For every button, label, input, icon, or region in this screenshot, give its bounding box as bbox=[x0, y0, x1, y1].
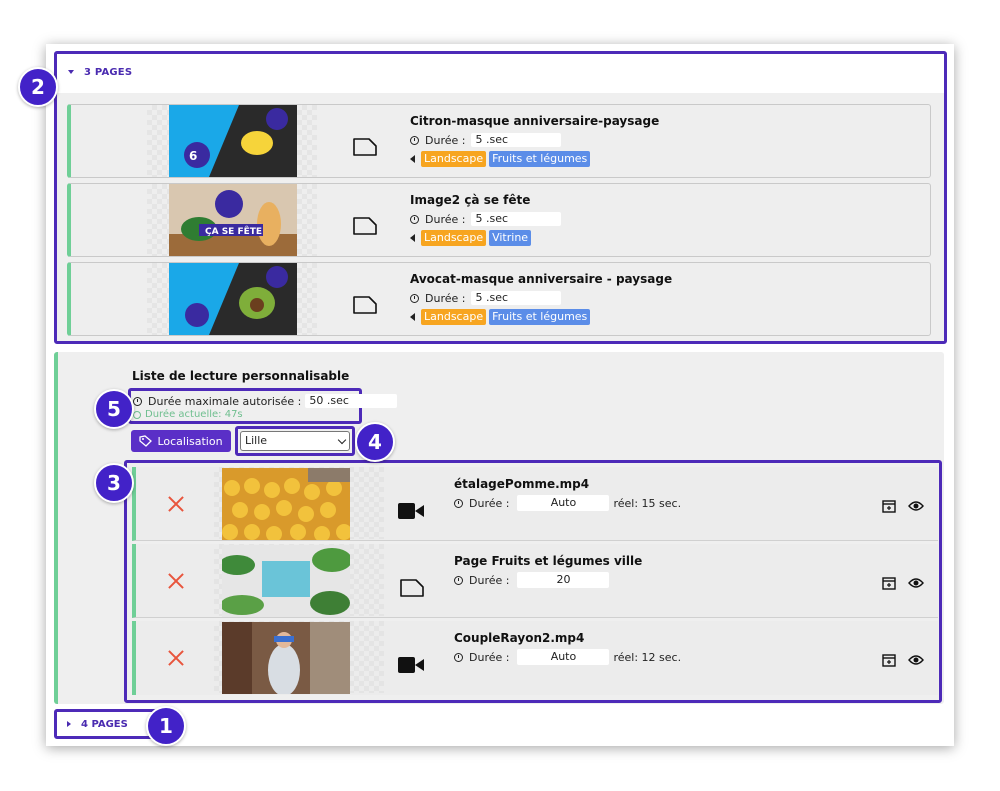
duration-field[interactable]: 5 .sec bbox=[471, 212, 562, 226]
thumbnail-avocat bbox=[169, 263, 297, 335]
caret-down-icon bbox=[68, 70, 74, 74]
tag-category: Fruits et légumes bbox=[489, 151, 591, 167]
step-badge-4: 4 bbox=[355, 422, 395, 462]
calendar-add-icon[interactable] bbox=[882, 576, 896, 590]
location-button[interactable]: Localisation bbox=[131, 430, 231, 452]
playlist-item-duration: Durée : Auto réel: 12 sec. bbox=[454, 649, 681, 665]
location-select[interactable]: Lille bbox=[240, 431, 350, 451]
playlist-item-duration: Durée : Auto réel: 15 sec. bbox=[454, 495, 681, 511]
step-badge-3: 3 bbox=[94, 463, 134, 503]
tag-landscape: Landscape bbox=[421, 309, 487, 325]
page-title: Image2 çà se fête bbox=[410, 193, 531, 207]
thumbnail-couple-rayon bbox=[222, 622, 350, 694]
delete-icon[interactable] bbox=[168, 573, 184, 589]
page-row[interactable]: Avocat-masque anniversaire - paysage Dur… bbox=[67, 262, 931, 336]
thumbnail-ca-se-fete: ÇA SE FÊTE bbox=[169, 184, 297, 256]
duration-field[interactable]: Auto bbox=[517, 649, 610, 665]
page-duration: Durée : 5 .sec bbox=[410, 291, 562, 305]
page-icon bbox=[353, 217, 377, 235]
max-duration-label: Durée maximale autorisée : bbox=[148, 394, 302, 408]
chevron-down-icon bbox=[337, 435, 347, 445]
video-camera-icon bbox=[398, 657, 424, 673]
thumbnail-fruits-legumes bbox=[222, 545, 350, 617]
svg-text:ÇA SE FÊTE: ÇA SE FÊTE bbox=[205, 225, 262, 237]
thumbnail-etalage-pomme bbox=[222, 468, 350, 540]
real-duration: réel: 12 sec. bbox=[613, 650, 682, 664]
calendar-add-icon[interactable] bbox=[882, 499, 896, 513]
step-badge-1: 1 bbox=[146, 706, 186, 746]
playlist-item-duration: Durée : 20 bbox=[454, 572, 610, 588]
playlist-item-title: CoupleRayon2.mp4 bbox=[454, 631, 585, 645]
pages-section-toggle[interactable]: 3 PAGES bbox=[60, 62, 132, 82]
clock-icon bbox=[410, 214, 419, 224]
current-duration-text: Durée actuelle: 47s bbox=[145, 409, 243, 420]
tag-category: Vitrine bbox=[489, 230, 532, 246]
delete-icon[interactable] bbox=[168, 650, 184, 666]
pages-section-toggle-collapsed[interactable]: 4 PAGES bbox=[54, 709, 160, 739]
thumbnail-citron: 6 bbox=[169, 105, 297, 177]
duration-field[interactable]: 5 .sec bbox=[471, 133, 562, 147]
step-badge-5: 5 bbox=[94, 389, 134, 429]
location-select-value: Lille bbox=[245, 434, 268, 447]
tag-icon bbox=[410, 234, 415, 242]
clock-icon bbox=[133, 396, 142, 406]
clock-icon bbox=[410, 293, 419, 303]
step-badge-2: 2 bbox=[18, 67, 58, 107]
page-icon bbox=[400, 579, 424, 597]
real-duration: réel: 15 sec. bbox=[613, 496, 682, 510]
duration-field[interactable]: 20 bbox=[517, 572, 610, 588]
playlist-row[interactable]: CoupleRayon2.mp4 Durée : Auto réel: 12 s… bbox=[132, 621, 938, 695]
video-camera-icon bbox=[398, 503, 424, 519]
tag-icon bbox=[410, 313, 415, 321]
delete-icon[interactable] bbox=[168, 496, 184, 512]
page-tags: Landscape Vitrine bbox=[410, 230, 534, 246]
pages-section-label: 3 PAGES bbox=[84, 66, 133, 78]
tag-icon bbox=[410, 155, 415, 163]
tag-icon bbox=[139, 435, 153, 447]
tag-landscape: Landscape bbox=[421, 230, 487, 246]
playlist-item-title: étalagePomme.mp4 bbox=[454, 477, 590, 491]
clock-icon bbox=[454, 652, 463, 662]
eye-icon[interactable] bbox=[908, 500, 924, 512]
page-title: Citron-masque anniversaire-paysage bbox=[410, 114, 660, 128]
max-duration-field[interactable]: 50 .sec bbox=[305, 394, 398, 408]
page-duration: Durée : 5 .sec bbox=[410, 133, 562, 147]
page-icon bbox=[353, 138, 377, 156]
clock-icon bbox=[454, 575, 463, 585]
current-duration: Durée actuelle: 47s bbox=[133, 409, 243, 420]
location-button-label: Localisation bbox=[157, 434, 223, 448]
calendar-add-icon[interactable] bbox=[882, 653, 896, 667]
eye-icon[interactable] bbox=[908, 577, 924, 589]
duration-field[interactable]: 5 .sec bbox=[471, 291, 562, 305]
clock-icon bbox=[133, 410, 141, 419]
playlist-title: Liste de lecture personnalisable bbox=[132, 369, 350, 383]
page-row[interactable]: ÇA SE FÊTE Image2 çà se fête Durée : 5 .… bbox=[67, 183, 931, 257]
eye-icon[interactable] bbox=[908, 654, 924, 666]
svg-text:6: 6 bbox=[189, 149, 197, 163]
page-tags: Landscape Fruits et légumes bbox=[410, 309, 593, 325]
duration-field[interactable]: Auto bbox=[517, 495, 610, 511]
tag-category: Fruits et légumes bbox=[489, 309, 591, 325]
max-duration: Durée maximale autorisée : 50 .sec bbox=[133, 394, 398, 408]
page-tags: Landscape Fruits et légumes bbox=[410, 151, 593, 167]
page-row[interactable]: 6 Citron-masque anniversaire-paysage Dur… bbox=[67, 104, 931, 178]
playlist-row[interactable]: Page Fruits et légumes ville Durée : 20 bbox=[132, 544, 938, 618]
page-duration: Durée : 5 .sec bbox=[410, 212, 562, 226]
caret-right-icon bbox=[67, 721, 71, 727]
collapsed-section-label: 4 PAGES bbox=[81, 718, 128, 730]
playlist-row[interactable]: étalagePomme.mp4 Durée : Auto réel: 15 s… bbox=[132, 467, 938, 541]
clock-icon bbox=[410, 135, 419, 145]
tag-landscape: Landscape bbox=[421, 151, 487, 167]
clock-icon bbox=[454, 498, 463, 508]
page-icon bbox=[353, 296, 377, 314]
playlist-item-title: Page Fruits et légumes ville bbox=[454, 554, 643, 568]
page-title: Avocat-masque anniversaire - paysage bbox=[410, 272, 673, 286]
